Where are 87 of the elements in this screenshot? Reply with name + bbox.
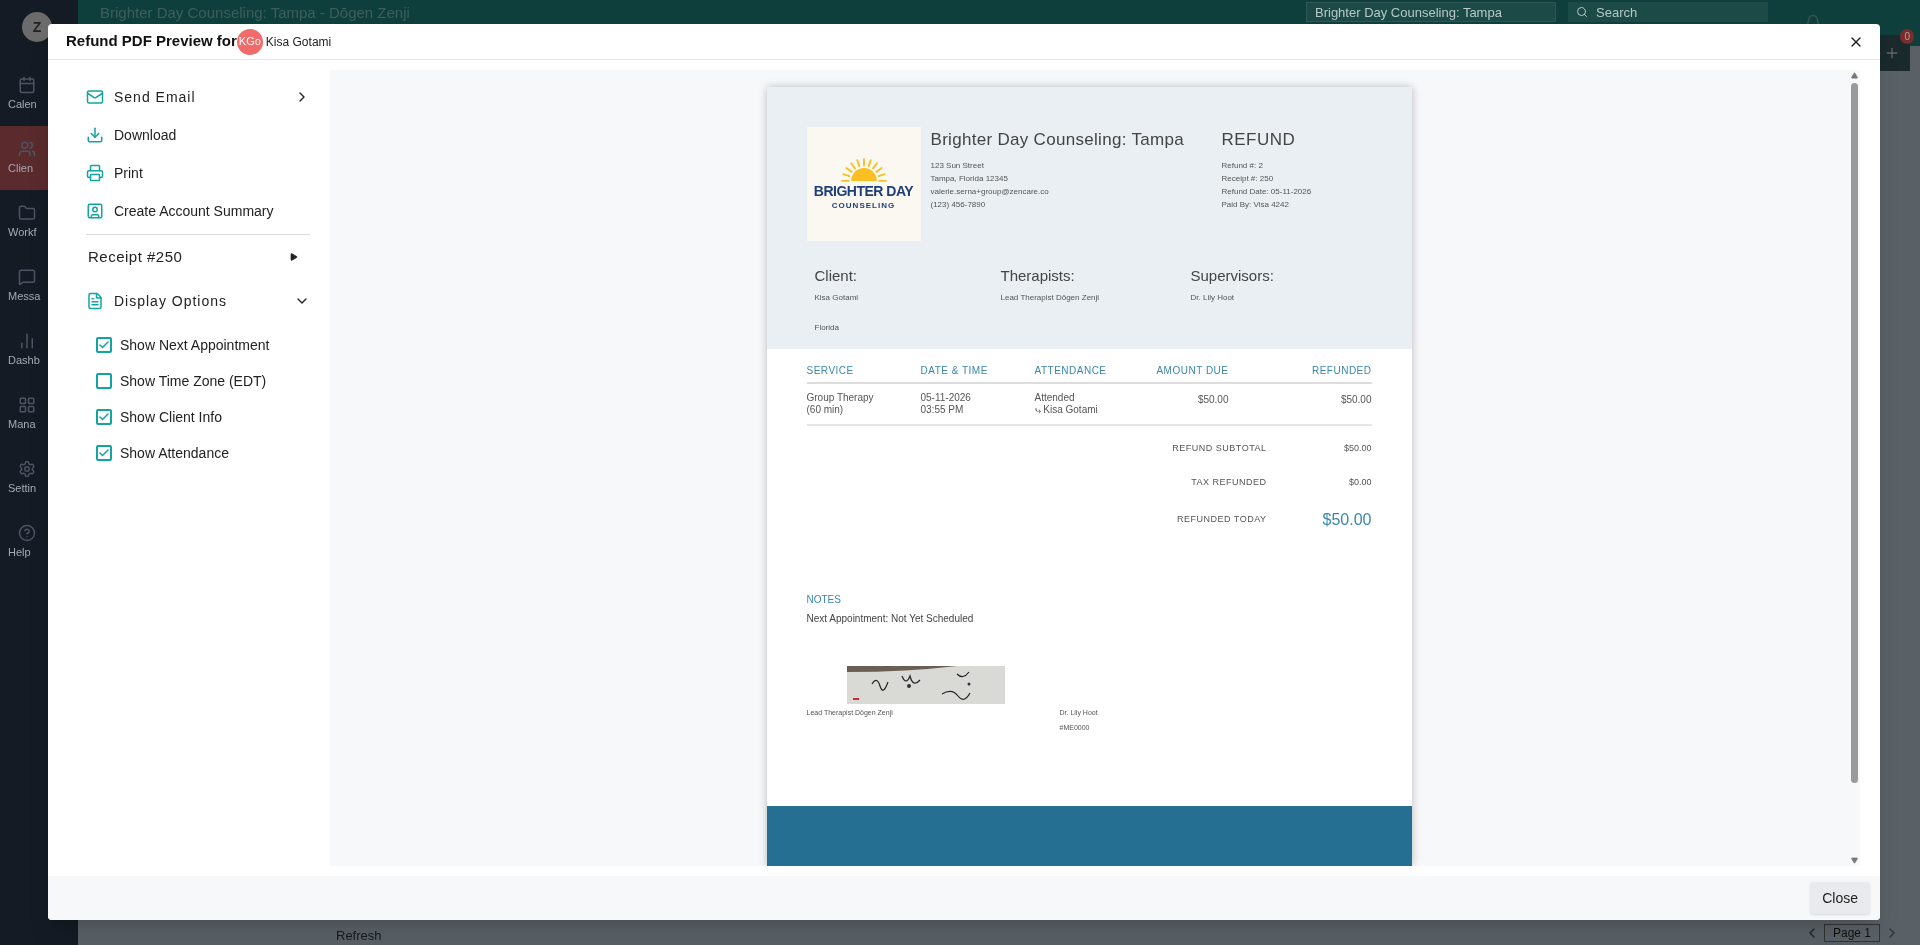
table-cell-text: $50.00 [1339,393,1372,407]
column-header: SERVICE [806,364,855,378]
scroll-down-icon[interactable] [1850,857,1858,864]
action-item[interactable]: Print [114,162,143,184]
address-line: Tampa, Florida 12345 [930,172,1009,185]
sidebar-item[interactable]: Messa [0,254,78,318]
notes-heading: NOTES [806,593,842,607]
column-header: AMOUNT DUE [1155,364,1229,378]
checkbox[interactable] [96,373,112,389]
party-detail: Florida [814,321,840,334]
address-line: valerie.serna+group@zencare.co [930,185,1050,198]
receipt-selector[interactable]: Receipt #250 [88,245,183,269]
party-heading: Therapists: [1000,266,1076,286]
location-select[interactable]: Brighter Day Counseling: Tampa [1306,2,1556,22]
close-button[interactable]: Close [1810,882,1870,914]
app-logo: Z [22,12,52,42]
column-header: DATE & TIME [920,364,989,378]
calendar-icon [18,75,36,94]
document-detail: Refund #: 2 [1221,159,1264,172]
party-heading: Client: [814,266,859,286]
company-logo: BRIGHTER DAY COUNSELING [806,127,921,241]
column-header: ATTENDANCE [1034,364,1108,378]
mail-icon [86,88,104,106]
clients-icon [18,139,36,158]
address-line: 123 Sun Street [930,159,985,172]
chart-icon [18,331,36,350]
download-icon [86,126,104,144]
folder-icon [18,203,36,222]
party-detail: Dr. Lily Hoot [1190,291,1236,304]
document-detail: Refund Date: 05-11-2026 [1221,185,1312,198]
sidebar-item[interactable]: Mana [0,382,78,446]
total-label: TAX REFUNDED [1190,476,1267,490]
caret-right-icon [290,253,298,261]
total-value: $50.00 [1321,510,1372,530]
sidebar-item[interactable]: Calen [0,62,78,126]
client-name: Kisa Gotami [265,33,332,51]
document-detail: Receipt #: 250 [1221,172,1275,185]
total-label: REFUNDED TODAY [1176,513,1267,527]
option-label: Show Attendance [120,443,229,463]
person-card-icon [86,202,104,220]
table-cell-text: 05-11-2026 03:55 PM [920,392,972,416]
message-icon [18,267,36,286]
scrollbar[interactable] [1848,70,1860,866]
table-cell-text: $50.00 [1196,393,1229,407]
option-label: Show Client Info [120,407,222,427]
document-type: REFUND [1221,129,1297,151]
help-icon [18,523,36,542]
total-value: $0.00 [1347,476,1372,490]
sidebar-item[interactable]: Dashb [0,318,78,382]
grid-icon [18,395,36,414]
sidebar-item[interactable]: Workf [0,190,78,254]
table-cell-text: Group Therapy (60 min) [806,392,875,416]
column-header: REFUNDED [1310,364,1372,378]
party-detail: Lead Therapist Dōgen Zenji [1000,291,1101,304]
party-heading: Supervisors: [1190,266,1275,286]
action-item[interactable]: Create Account Summary [114,200,274,222]
action-item[interactable]: Send Email [114,86,196,108]
checkbox[interactable] [96,445,112,461]
document-detail: Paid By: Visa 4242 [1221,198,1290,211]
total-value: $50.00 [1342,442,1372,456]
option-label: Show Time Zone (EDT) [120,371,267,391]
action-item[interactable]: Download [114,124,177,146]
checkbox[interactable] [96,409,112,425]
search-icon [1576,6,1588,18]
company-name: Brighter Day Counseling: Tampa [930,129,1185,151]
check-icon [98,411,110,423]
option-label: Show Next Appointment [120,335,270,355]
document-icon [86,292,104,310]
checkbox[interactable] [96,337,112,353]
gear-icon [18,459,36,478]
dialog-title: Refund PDF Preview for [66,31,237,52]
display-options-toggle[interactable]: Display Options [114,290,228,312]
sidebar-item[interactable]: Help [0,510,78,574]
avatar: KGo [236,28,263,55]
address-line: (123) 456-7890 [930,198,987,211]
party-detail: Kisa Gotami [814,291,860,304]
printer-icon [86,164,104,182]
table-cell-text: Attended ⤷ Kisa Gotami [1034,392,1099,416]
check-icon [98,447,110,459]
search-field[interactable]: Search [1568,2,1768,22]
scroll-up-icon[interactable] [1850,72,1858,79]
total-label: REFUND SUBTOTAL [1171,442,1267,456]
notification-badge: 0 [1900,29,1914,44]
sidebar-item[interactable]: Settin [0,446,78,510]
plus-icon [1884,45,1900,61]
notes-text: Next Appointment: Not Yet Scheduled [806,612,975,626]
check-icon [98,339,110,351]
